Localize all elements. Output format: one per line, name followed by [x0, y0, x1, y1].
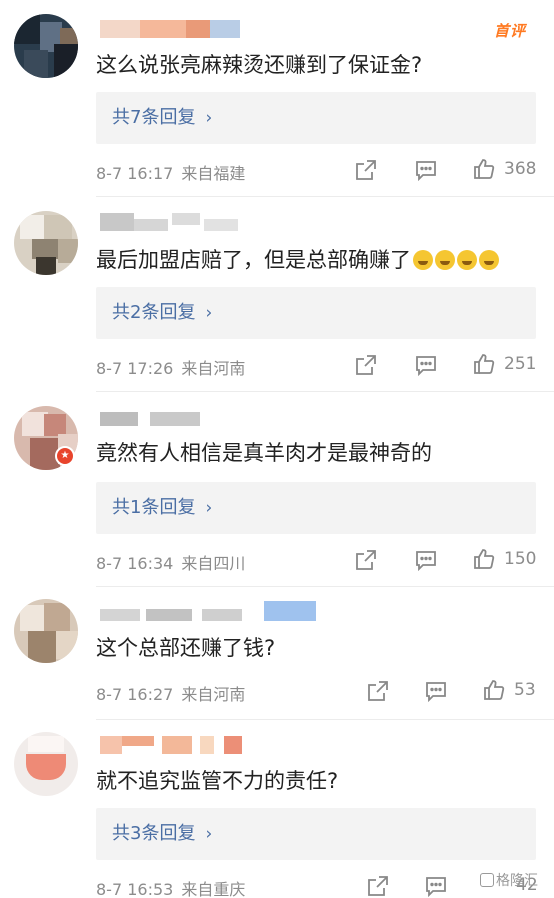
chevron-right-icon: › — [205, 108, 213, 128]
comment-location: 来自河南 — [181, 685, 246, 704]
comment-item: 最后加盟店赔了，但是总部确赚了 共2条回复 › 8-7 17:26 来自河南 251 — [0, 197, 554, 392]
comment-meta: 8-7 16:17 来自福建 — [96, 160, 245, 184]
replies-label: 共1条回复 — [112, 497, 196, 518]
comment-text: 这么说张亮麻辣烫还赚到了保证金? — [96, 53, 423, 77]
share-icon[interactable] — [354, 548, 378, 572]
like-count: 53 — [514, 680, 536, 700]
username-blurred[interactable] — [100, 410, 210, 428]
comment-icon[interactable] — [414, 548, 438, 572]
view-replies-button[interactable]: 共2条回复 › — [96, 287, 536, 339]
comment-text: 最后加盟店赔了，但是总部确赚了 — [96, 245, 499, 275]
share-icon[interactable] — [354, 158, 378, 182]
comment-text: 就不追究监管不力的责任? — [96, 769, 339, 793]
avatar[interactable] — [14, 14, 78, 78]
laugh-cry-emoji-icon — [413, 250, 433, 270]
comment-location: 来自河南 — [181, 359, 246, 378]
watermark-icon — [480, 873, 494, 887]
watermark-logo: 格隆汇 — [480, 870, 538, 890]
avatar[interactable] — [14, 211, 78, 275]
view-replies-button[interactable]: 共1条回复 › — [96, 482, 536, 534]
like-icon[interactable] — [472, 352, 496, 376]
avatar[interactable] — [14, 599, 78, 663]
comment-icon[interactable] — [414, 158, 438, 182]
comment-text: 这个总部还赚了钱? — [96, 636, 276, 660]
comment-item: ★ 竟然有人相信是真羊肉才是最神奇的 共1条回复 › 8-7 16:34 来自四川 … — [0, 392, 554, 587]
comment-location: 来自重庆 — [181, 880, 246, 898]
username-blurred[interactable] — [100, 20, 240, 38]
view-replies-button[interactable]: 共7条回复 › — [96, 92, 536, 144]
comment-icon[interactable] — [424, 679, 448, 703]
chevron-right-icon: › — [205, 303, 213, 323]
laugh-cry-emoji-icon — [435, 250, 455, 270]
comment-date: 8-7 16:27 — [96, 685, 174, 704]
replies-label: 共3条回复 — [112, 823, 196, 844]
comment-item: 这个总部还赚了钱? 8-7 16:27 来自河南 53 — [0, 587, 554, 719]
comment-meta: 8-7 17:26 来自河南 — [96, 355, 245, 379]
like-count: 368 — [504, 159, 537, 179]
comment-icon[interactable] — [414, 353, 438, 377]
comment-text: 竟然有人相信是真羊肉才是最神奇的 — [96, 441, 432, 465]
laugh-cry-emoji-icon — [457, 250, 477, 270]
comment-date: 8-7 16:34 — [96, 554, 174, 573]
comment-item: 就不追究监管不力的责任? 共3条回复 › 8-7 16:53 来自重庆 42 — [0, 720, 554, 898]
comment-item: 这么说张亮麻辣烫还赚到了保证金? 共7条回复 › 8-7 16:17 来自福建 36… — [0, 0, 554, 197]
comment-date: 8-7 16:53 — [96, 880, 174, 898]
laugh-cry-emoji-icon — [479, 250, 499, 270]
share-icon[interactable] — [354, 353, 378, 377]
username-blurred[interactable] — [100, 213, 240, 231]
comment-meta: 8-7 16:34 来自四川 — [96, 550, 245, 574]
watermark-text: 格隆汇 — [496, 873, 538, 889]
username-blurred[interactable] — [100, 601, 320, 621]
verified-badge-icon: ★ — [55, 446, 75, 466]
chevron-right-icon: › — [205, 824, 213, 844]
share-icon[interactable] — [366, 874, 390, 898]
comment-text-body: 最后加盟店赔了，但是总部确赚了 — [96, 248, 411, 272]
comment-date: 8-7 17:26 — [96, 359, 174, 378]
replies-label: 共2条回复 — [112, 302, 196, 323]
username-blurred[interactable] — [100, 736, 250, 754]
comment-location: 来自福建 — [181, 164, 246, 183]
avatar[interactable] — [14, 732, 78, 796]
like-icon[interactable] — [472, 547, 496, 571]
like-icon[interactable] — [482, 678, 506, 702]
comment-icon[interactable] — [424, 874, 448, 898]
view-replies-button[interactable]: 共3条回复 › — [96, 808, 536, 860]
replies-label: 共7条回复 — [112, 107, 196, 128]
like-icon[interactable] — [472, 157, 496, 181]
like-count: 150 — [504, 549, 537, 569]
comment-meta: 8-7 16:27 来自河南 — [96, 681, 245, 705]
comment-location: 来自四川 — [181, 554, 246, 573]
like-count: 251 — [504, 354, 537, 374]
comment-date: 8-7 16:17 — [96, 164, 174, 183]
comment-meta: 8-7 16:53 来自重庆 — [96, 876, 245, 898]
share-icon[interactable] — [366, 679, 390, 703]
chevron-right-icon: › — [205, 498, 213, 518]
